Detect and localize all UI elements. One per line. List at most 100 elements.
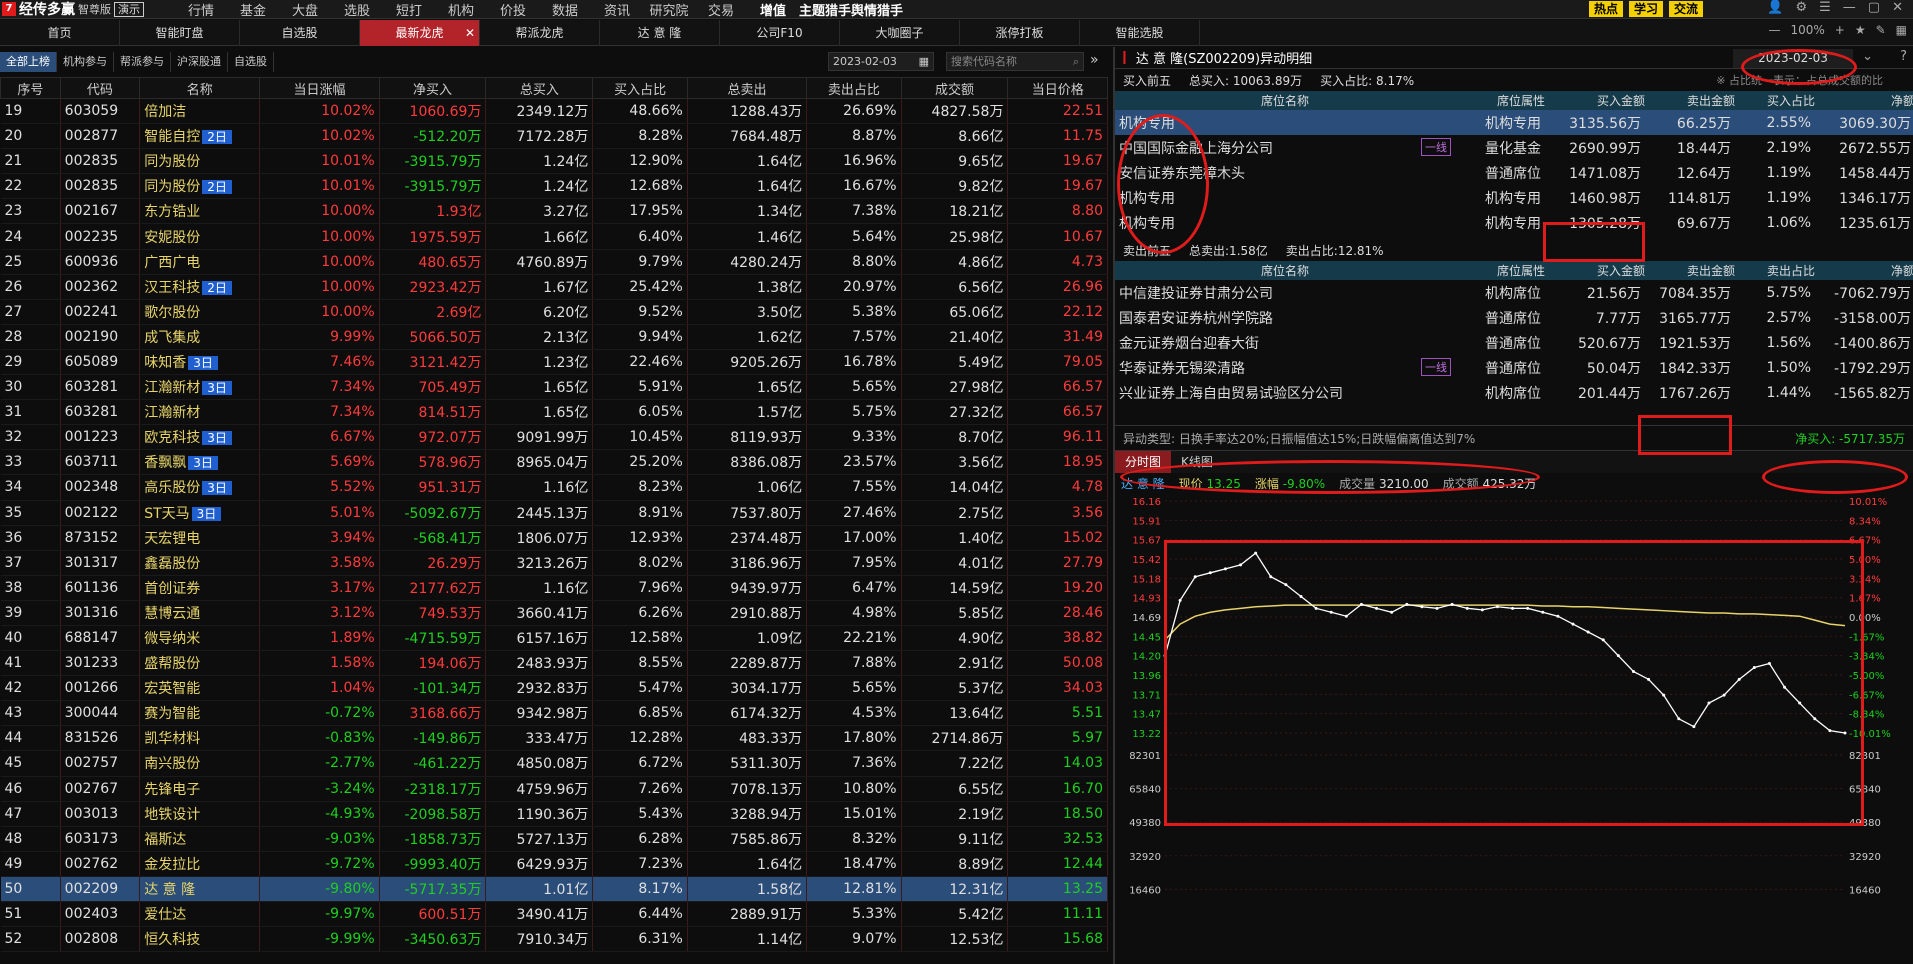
menu-item-12[interactable]: 主题猎手 [799, 0, 851, 19]
menu-icon[interactable]: ☰ [1819, 0, 1831, 15]
table-row[interactable]: 20 002877 智能自控 2日 10.02% -512.20万 7172.28万 8.28… [0, 123, 1108, 150]
table-row[interactable]: 42 001266 宏英智能 1.04% -101.34万 2932.83万 5.47% 30… [0, 675, 1108, 702]
seat-row[interactable]: 机构专用 机构专用 3135.56万 66.25万 2.55% 3069.30万 [1115, 110, 1913, 135]
table-row[interactable]: 43 300044 赛为智能 -0.72% 3168.66万 9342.98万 6.85% 6… [0, 700, 1108, 727]
filter-tab-4[interactable]: 自选股 [228, 52, 274, 72]
table-row[interactable]: 39 301316 慧博云通 3.12% 749.53万 3660.41万 6.26% 291… [0, 600, 1108, 626]
menu-item-6[interactable]: 价投 [487, 0, 539, 19]
table-row[interactable]: 31 603281 江瀚新材 7.34% 814.51万 1.65亿 6.05% 1.57亿 5… [0, 399, 1108, 426]
filter-tab-1[interactable]: 机构参与 [57, 52, 114, 72]
col-header[interactable]: 卖出占比 [806, 77, 902, 99]
filter-tab-2[interactable]: 帮派参与 [114, 52, 171, 72]
search-input[interactable]: 搜索代码名称 ⌕ [946, 52, 1084, 71]
col-header[interactable]: 代码 [59, 77, 141, 99]
table-row[interactable]: 25 600936 广西广电 10.00% 480.65万 4760.89万 9.79% 42… [0, 249, 1108, 275]
menu-item-2[interactable]: 大盘 [279, 0, 331, 19]
tab-7[interactable]: 大咖圈子 [840, 19, 960, 46]
menu-item-4[interactable]: 短打 [383, 0, 435, 19]
table-row[interactable]: 41 301233 盛帮股份 1.58% 194.06万 2483.93万 8.55% 228… [0, 650, 1108, 677]
menu-item-10[interactable]: 交易 [695, 0, 747, 19]
tab-8[interactable]: 涨停打板 [960, 19, 1080, 46]
col-header[interactable]: 名称 [139, 77, 261, 99]
table-row[interactable]: 34 002348 高乐股份 3日 5.52% 951.31万 1.16亿 8.23% 1.06… [0, 474, 1108, 501]
table-row[interactable]: 46 002767 先锋电子 -3.24% -2318.17万 4759.96万 7.26%… [0, 776, 1108, 802]
col-header[interactable]: 序号 [0, 77, 61, 99]
gear-icon[interactable]: ⚙ [1795, 0, 1807, 15]
zoom-in-icon[interactable]: + [1835, 23, 1845, 37]
tab-5[interactable]: 达 意 隆 [600, 19, 720, 46]
table-row[interactable]: 37 301317 鑫磊股份 3.58% 26.29万 3213.26万 8.02% 3186… [0, 550, 1108, 576]
table-row[interactable]: 44 831526 凯华材料 -0.83% -149.86万 333.47万 12.28% 4… [0, 725, 1108, 752]
tab-1[interactable]: 智能盯盘 [120, 19, 240, 46]
table-row[interactable]: 38 601136 首创证券 3.17% 2177.62万 1.16亿 7.96% 9439.… [0, 575, 1108, 601]
table-row[interactable]: 35 002122 ST天马 3日 5.01% -5092.67万 2445.13万 8.91… [0, 500, 1108, 526]
col-header[interactable]: 当日涨幅 [259, 77, 380, 99]
table-row[interactable]: 24 002235 安妮股份 10.00% 1975.59万 1.66亿 6.40% 1.46… [0, 223, 1108, 250]
table-row[interactable]: 45 002757 南兴股份 -2.77% -461.22万 4850.08万 6.72% 5… [0, 750, 1108, 777]
maximize-icon[interactable]: ▢ [1868, 0, 1880, 15]
tab-3[interactable]: 最新龙虎 ✕ [360, 19, 480, 46]
menu-item-9[interactable]: 研究院 [643, 0, 695, 19]
table-row[interactable]: 29 605089 味知香 3日 7.46% 3121.42万 1.23亿 22.46% 920… [0, 349, 1108, 376]
tab-4[interactable]: 帮派龙虎 [480, 19, 600, 46]
table-row[interactable]: 28 002190 成飞集成 9.99% 5066.50万 2.13亿 9.94% 1.62亿… [0, 324, 1108, 350]
table-row[interactable]: 23 002167 东方锆业 10.00% 1.93亿 3.27亿 17.95% 1.34亿 7… [0, 198, 1108, 225]
table-row[interactable]: 26 002362 汉王科技 2日 10.00% 2923.42万 1.67亿 25.42% 1… [0, 274, 1108, 300]
seat-row[interactable]: 中国国际金融上海分公司 一线 量化基金 2690.99万 18.44万 2.19% 2672… [1115, 135, 1913, 160]
menu-item-8[interactable]: 资讯 [591, 0, 643, 19]
tab-6[interactable]: 公司F10 [720, 19, 840, 46]
close-tab-icon[interactable]: ✕ [465, 20, 475, 46]
col-header[interactable]: 买入占比 [592, 77, 688, 99]
table-row[interactable]: 47 003013 地铁设计 -4.93% -2098.58万 1190.36万 5.43%… [0, 801, 1108, 827]
filter-tab-0[interactable]: 全部上榜 [0, 52, 57, 72]
table-row[interactable]: 32 001223 欧克科技 3日 6.67% 972.07万 9091.99万 10.45%… [0, 424, 1108, 451]
seat-row[interactable]: 安信证券东莞樟木头 普通席位 1471.08万 12.64万 1.19% 1458.44万 [1115, 160, 1913, 185]
table-row[interactable]: 30 603281 江瀚新材 3日 7.34% 705.49万 1.65亿 5.91% 1.65… [0, 374, 1108, 401]
zoom-out-icon[interactable]: — [1768, 23, 1780, 37]
table-row[interactable]: 36 873152 天宏锂电 3.94% -568.41万 1806.07万 12.93% 2… [0, 525, 1108, 551]
table-row[interactable]: 40 688147 微导纳米 1.89% -4715.59万 6157.16万 12.58%… [0, 625, 1108, 652]
table-row[interactable]: 52 002808 恒久科技 -9.99% -3450.63万 7910.34万 6.31%… [0, 926, 1108, 953]
date-picker[interactable]: 2023-02-03 ▦ [828, 52, 934, 71]
top-button-1[interactable]: 学习 [1628, 1, 1663, 17]
menu-item-7[interactable]: 数据 [539, 0, 591, 19]
top-button-0[interactable]: 热点 [1588, 1, 1623, 17]
seat-row[interactable]: 金元证券烟台迎春大街 普通席位 520.67万 1921.53万 1.56% -1400.… [1115, 330, 1913, 355]
table-row[interactable]: 27 002241 歌尔股份 10.00% 2.69亿 6.20亿 9.52% 3.50亿 5.… [0, 299, 1108, 325]
user-icon[interactable]: 👤 [1767, 0, 1783, 15]
col-header[interactable]: 当日价格 [1007, 77, 1108, 99]
menu-item-13[interactable]: 舆情猎手 [851, 0, 903, 19]
seat-row[interactable]: 华泰证券无锡梁清路 一线 普通席位 50.04万 1842.33万 1.50% -1792.… [1115, 355, 1913, 380]
seat-row[interactable]: 中信建投证券甘肃分公司 机构席位 21.56万 7084.35万 5.75% -7062.… [1115, 280, 1913, 305]
table-row[interactable]: 48 603173 福斯达 -9.03% -1858.73万 5727.13万 6.28% 7… [0, 826, 1108, 852]
seat-row[interactable]: 国泰君安证券杭州学院路 普通席位 7.77万 3165.77万 2.57% -3158.0… [1115, 305, 1913, 330]
table-row[interactable]: 19 603059 倍加洁 10.02% 1060.69万 2349.12万 48.66% 1… [0, 98, 1108, 125]
menu-item-0[interactable]: 行情 [175, 0, 227, 19]
col-header[interactable]: 成交额 [900, 77, 1009, 99]
seat-row[interactable]: 机构专用 机构专用 1460.98万 114.81万 1.19% 1346.17万 [1115, 185, 1913, 210]
col-header[interactable]: 总买入 [485, 77, 594, 99]
minimize-icon[interactable]: — [1843, 0, 1856, 15]
col-header[interactable]: 总卖出 [686, 77, 808, 99]
help-icon[interactable]: ? [1900, 49, 1907, 64]
filter-tab-3[interactable]: 沪深股通 [171, 52, 228, 72]
menu-item-11[interactable]: 增值 [747, 0, 799, 19]
grid-icon[interactable]: ▦ [1896, 23, 1907, 37]
table-row[interactable]: 22 002835 同为股份 2日 10.01% -3915.79万 1.24亿 12.68%… [0, 173, 1108, 200]
tab-0[interactable]: 首页 [0, 19, 120, 46]
menu-item-1[interactable]: 基金 [227, 0, 279, 19]
seat-row[interactable]: 机构专用 机构专用 1305.28万 69.67万 1.06% 1235.61万 [1115, 210, 1913, 235]
star-icon[interactable]: ★ [1855, 23, 1866, 37]
seat-row[interactable]: 兴业证券上海自由贸易试验区分公司 机构席位 201.44万 1767.26万 1.44%… [1115, 380, 1913, 405]
chevron-down-icon[interactable]: ⌄ [1862, 49, 1873, 64]
tab-9[interactable]: 智能选股 [1080, 19, 1200, 46]
table-row[interactable]: 49 002762 金发拉比 -9.72% -9993.40万 6429.93万 7.23%… [0, 851, 1108, 877]
table-row[interactable]: 51 002403 爱仕达 -9.97% 600.51万 3490.41万 6.44% 288… [0, 901, 1108, 928]
close-icon[interactable]: ✕ [1892, 0, 1903, 15]
menu-item-5[interactable]: 机构 [435, 0, 487, 19]
collapse-icon[interactable]: » [1090, 52, 1099, 68]
pencil-icon[interactable]: ✎ [1876, 23, 1886, 37]
top-button-2[interactable]: 交流 [1668, 1, 1703, 17]
menu-item-3[interactable]: 选股 [331, 0, 383, 19]
table-row[interactable]: 50 002209 达 意 隆 -9.80% -5717.35万 1.01亿 8.17% 1.… [0, 876, 1108, 903]
